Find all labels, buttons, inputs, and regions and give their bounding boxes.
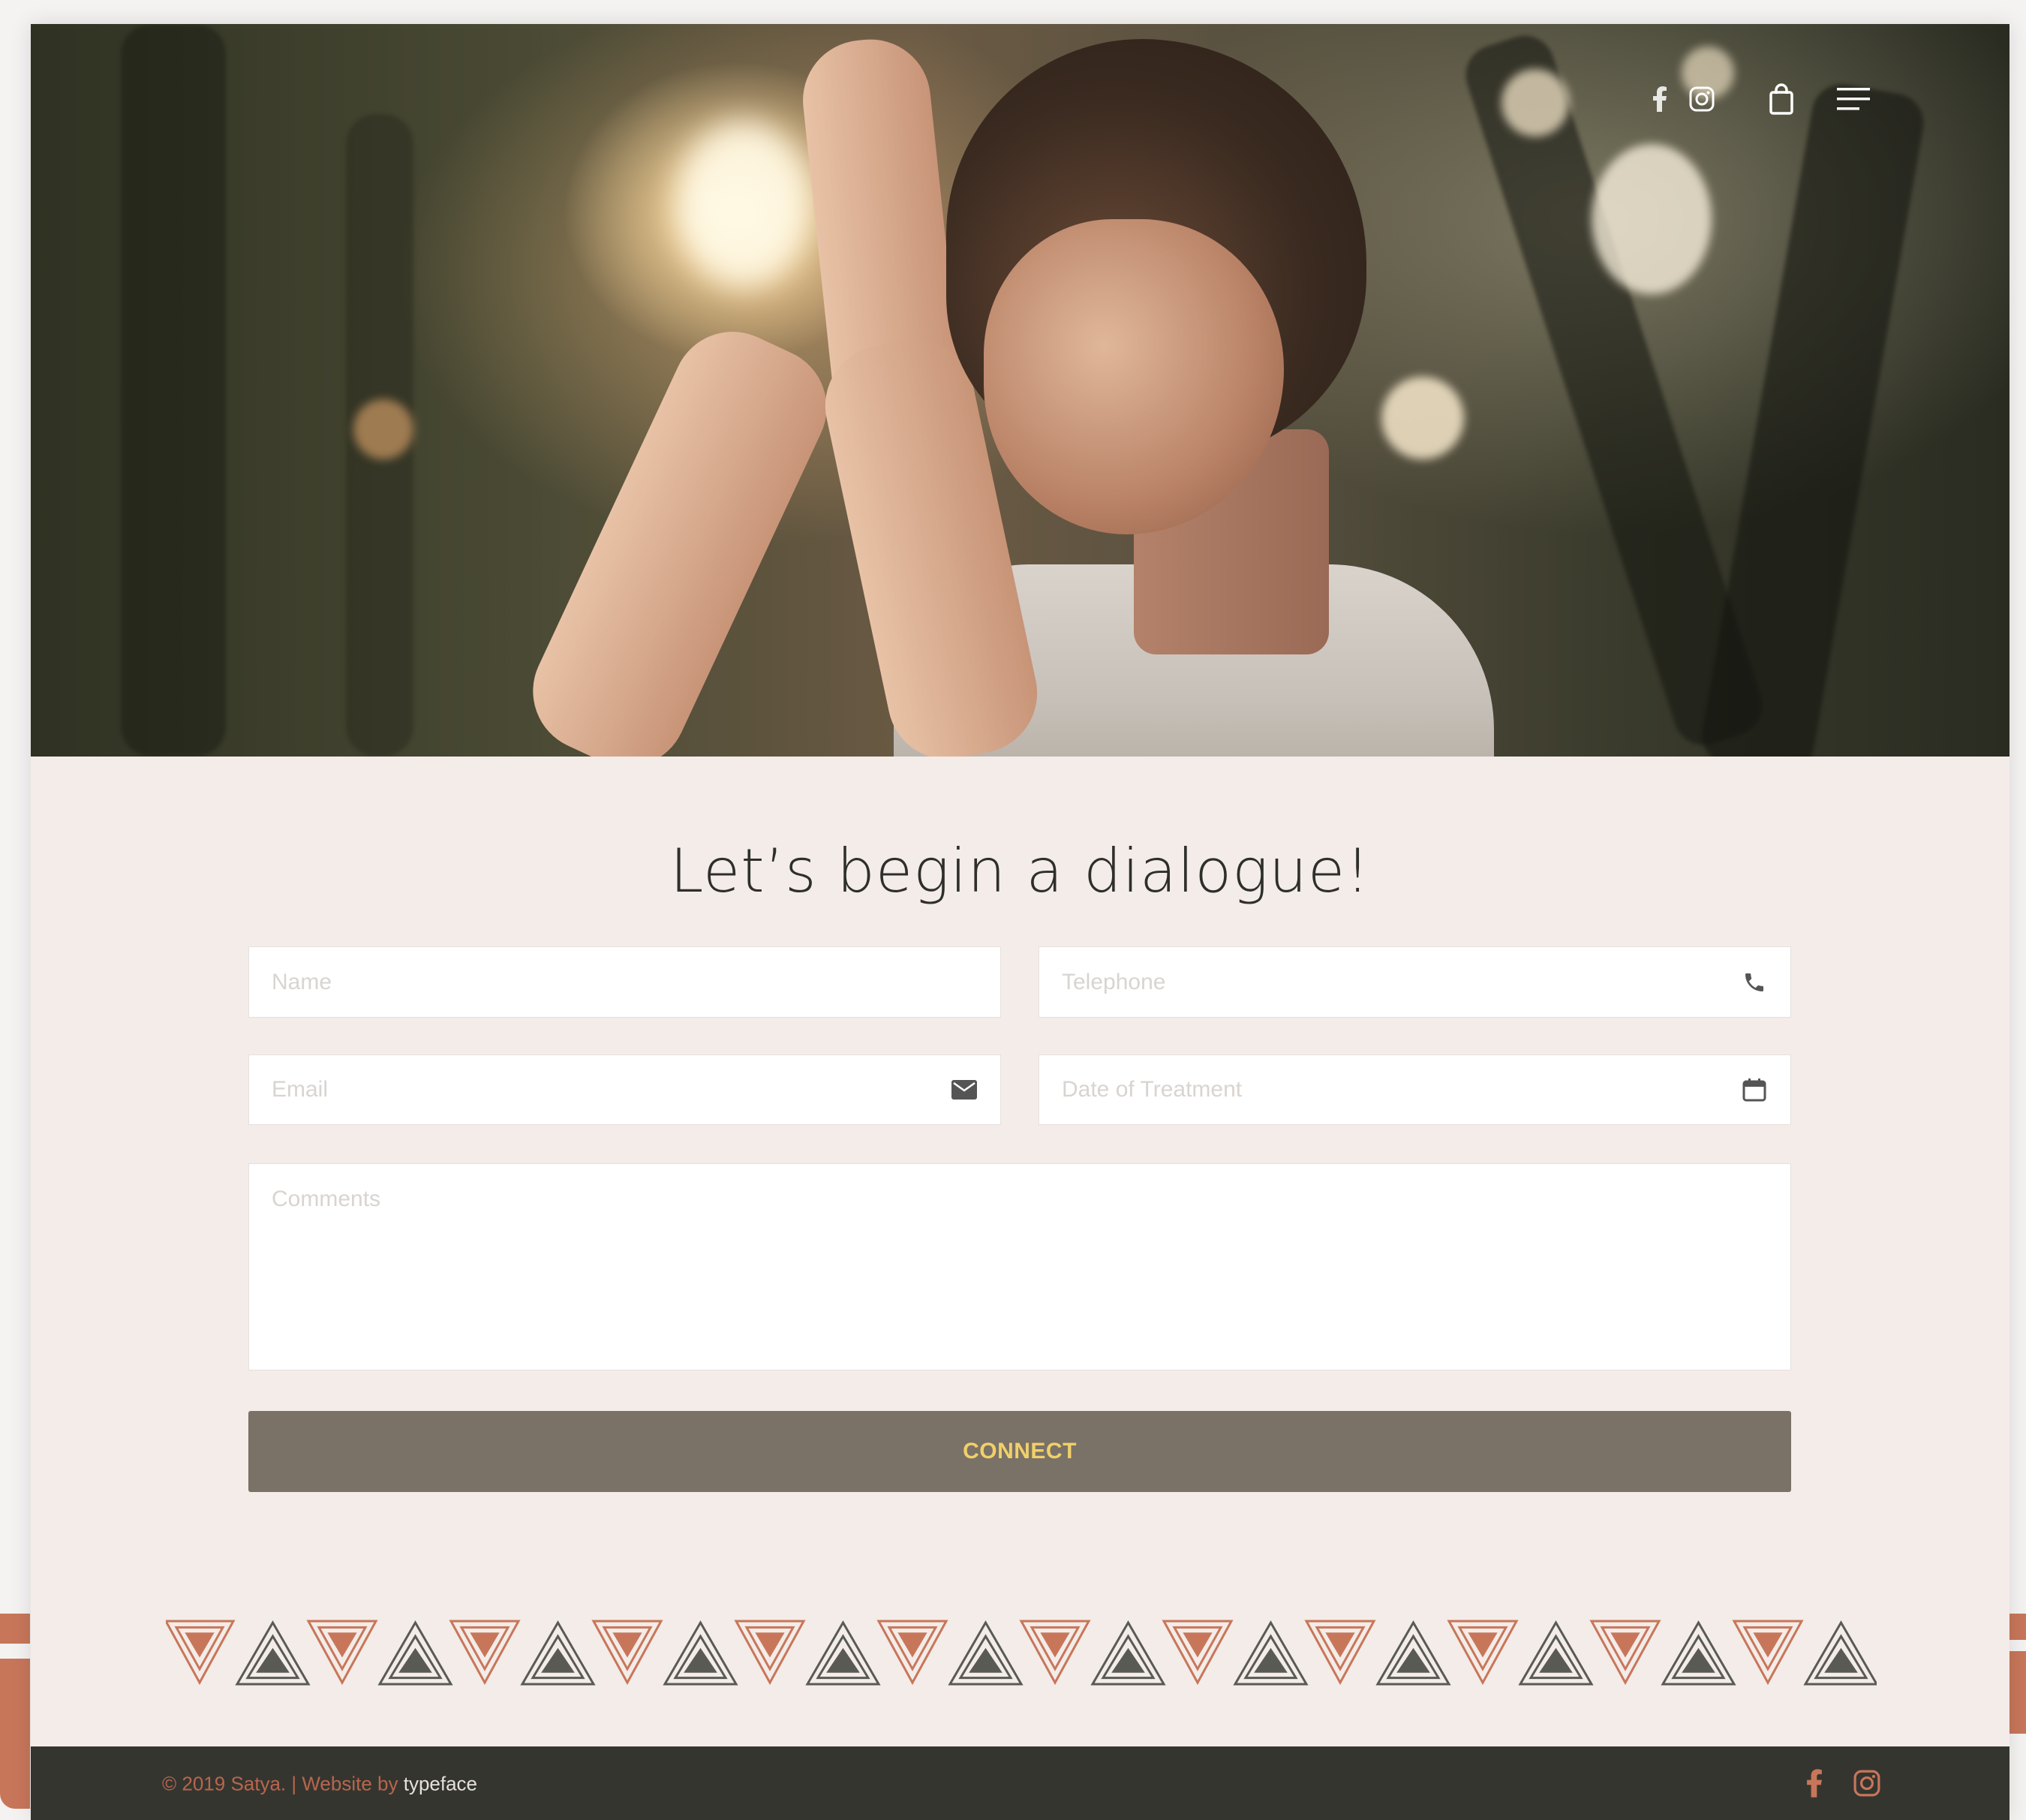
down-triangle-motif [306, 1620, 378, 1686]
side-decoration [2009, 1651, 2026, 1734]
down-triangle-motif [449, 1620, 521, 1686]
copyright-text: © 2019 Satya. | Website by [162, 1772, 398, 1795]
shopping-bag-icon[interactable] [1760, 78, 1802, 120]
hero-tree [121, 24, 226, 757]
hero-person-arm [513, 311, 846, 757]
down-triangle-motif [1447, 1620, 1519, 1686]
name-input[interactable] [249, 947, 1000, 1017]
instagram-icon[interactable] [1681, 78, 1723, 120]
email-field [248, 1054, 1001, 1125]
name-field [248, 946, 1001, 1018]
telephone-input[interactable] [1039, 947, 1790, 1017]
facebook-icon[interactable] [1639, 78, 1681, 120]
up-triangle-motif [377, 1620, 453, 1686]
down-triangle-motif [1589, 1620, 1661, 1686]
instagram-icon[interactable] [1852, 1768, 1882, 1798]
triangle-pattern-divider [166, 1620, 1877, 1686]
side-decoration [0, 1614, 30, 1644]
side-decoration [0, 1659, 30, 1809]
down-triangle-motif [1304, 1620, 1376, 1686]
up-triangle-motif [235, 1620, 311, 1686]
up-triangle-motif [1233, 1620, 1309, 1686]
envelope-icon [951, 1076, 978, 1103]
hero-image [31, 24, 2009, 757]
credit-link[interactable]: typeface [404, 1773, 477, 1795]
up-triangle-motif [948, 1620, 1024, 1686]
side-decoration [2009, 1614, 2026, 1640]
up-triangle-motif [1661, 1620, 1736, 1686]
hero-bokeh [1592, 144, 1712, 294]
up-triangle-motif [1375, 1620, 1451, 1686]
down-triangle-motif [1732, 1620, 1804, 1686]
connect-button[interactable]: CONNECT [248, 1411, 1791, 1492]
contact-heading: Let’s begin a dialogue! [669, 836, 1371, 906]
telephone-field [1039, 946, 1791, 1018]
hero-tree [1697, 79, 1928, 757]
hero-bokeh [676, 122, 811, 287]
up-triangle-motif [520, 1620, 596, 1686]
up-triangle-motif [1518, 1620, 1594, 1686]
up-triangle-motif [1803, 1620, 1877, 1686]
comments-textarea[interactable] [249, 1164, 1790, 1370]
hero-bokeh [1501, 69, 1569, 137]
up-triangle-motif [805, 1620, 881, 1686]
date-of-treatment-input[interactable] [1039, 1055, 1790, 1124]
footer-social [1799, 1768, 1882, 1798]
facebook-icon[interactable] [1799, 1768, 1829, 1798]
email-input[interactable] [249, 1055, 1000, 1124]
hero-bokeh [353, 399, 413, 459]
calendar-icon [1741, 1076, 1768, 1103]
comments-field [248, 1163, 1791, 1370]
footer-copyright: © 2019 Satya. | Website by typeface [162, 1773, 477, 1796]
up-triangle-motif [1090, 1620, 1166, 1686]
footer: © 2019 Satya. | Website by typeface [31, 1746, 2009, 1820]
down-triangle-motif [734, 1620, 806, 1686]
header-nav [1639, 78, 1874, 120]
hamburger-menu-icon[interactable] [1832, 78, 1874, 120]
hero-bokeh [1381, 377, 1464, 459]
down-triangle-motif [1162, 1620, 1234, 1686]
phone-icon [1741, 969, 1768, 996]
down-triangle-motif [1019, 1620, 1091, 1686]
up-triangle-motif [663, 1620, 738, 1686]
down-triangle-motif [166, 1620, 236, 1686]
down-triangle-motif [591, 1620, 663, 1686]
down-triangle-motif [876, 1620, 948, 1686]
date-of-treatment-field [1039, 1054, 1791, 1125]
page-frame: Let’s begin a dialogue! CONNECT [31, 24, 2009, 1820]
